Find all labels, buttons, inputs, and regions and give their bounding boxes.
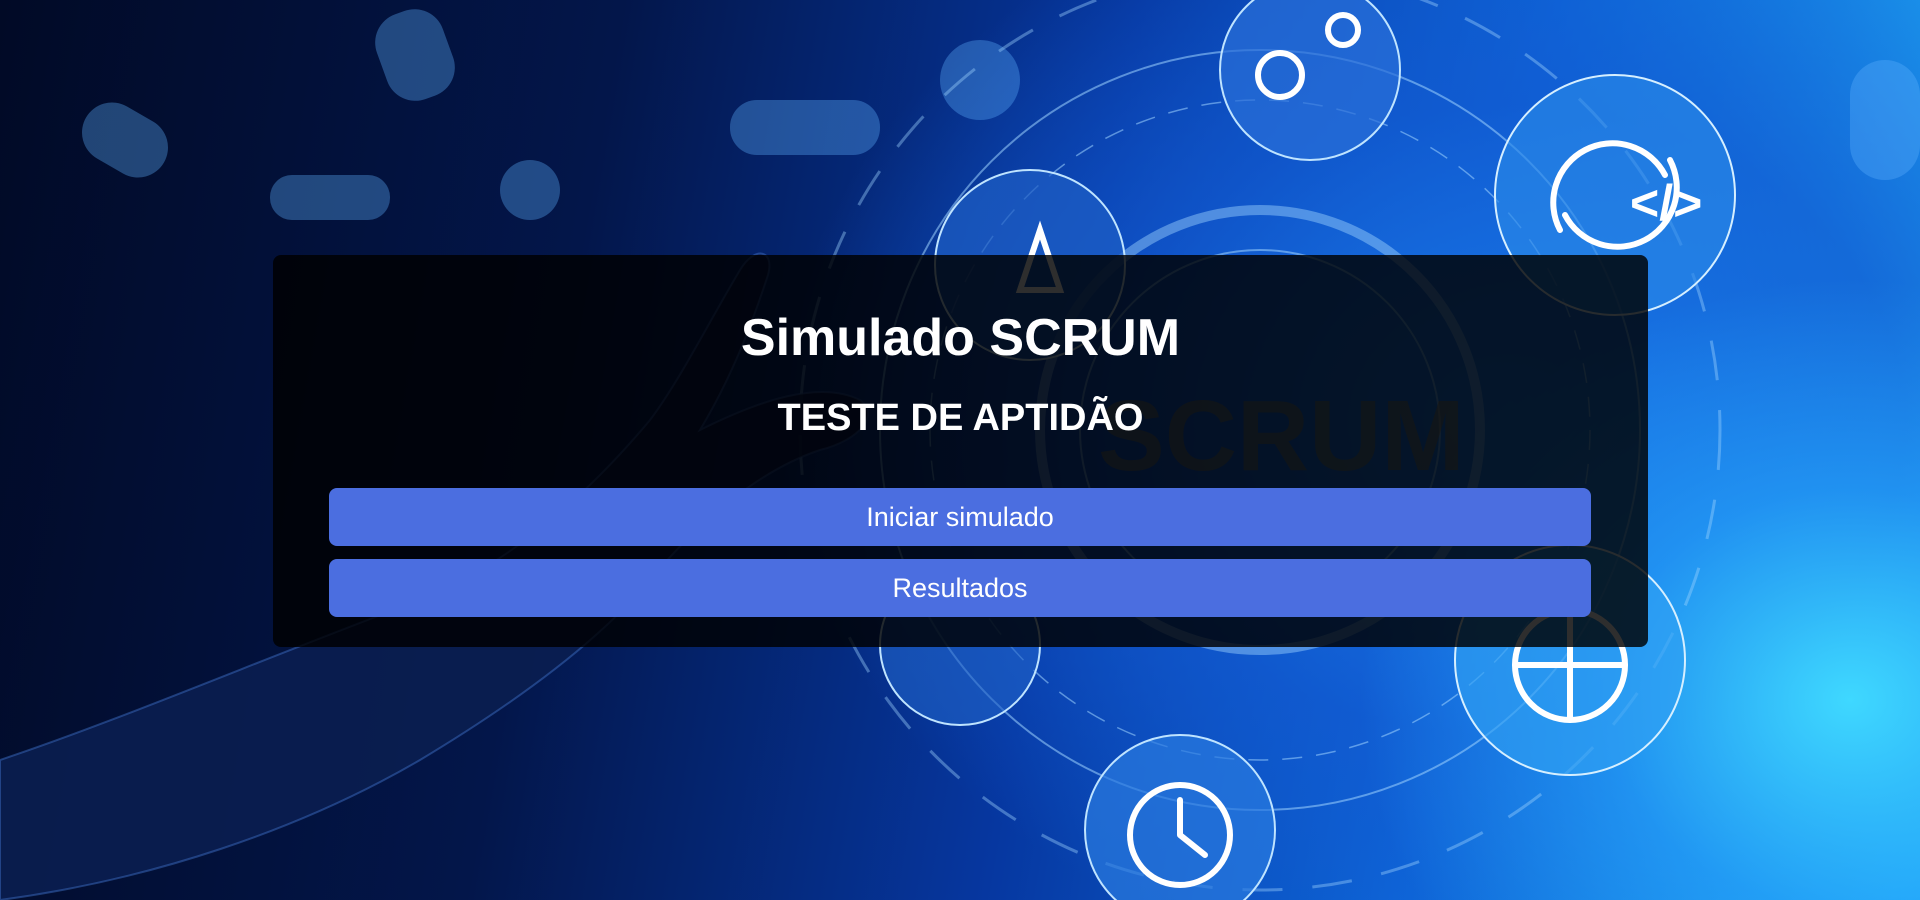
svg-text:</>: </> (1630, 175, 1702, 231)
main-card: Simulado SCRUM TESTE DE APTIDÃO Iniciar … (273, 255, 1648, 647)
results-button[interactable]: Resultados (329, 559, 1591, 617)
start-simulation-button[interactable]: Iniciar simulado (329, 488, 1591, 546)
page-title: Simulado SCRUM (740, 309, 1181, 367)
page-subtitle: TESTE DE APTIDÃO (777, 397, 1144, 439)
